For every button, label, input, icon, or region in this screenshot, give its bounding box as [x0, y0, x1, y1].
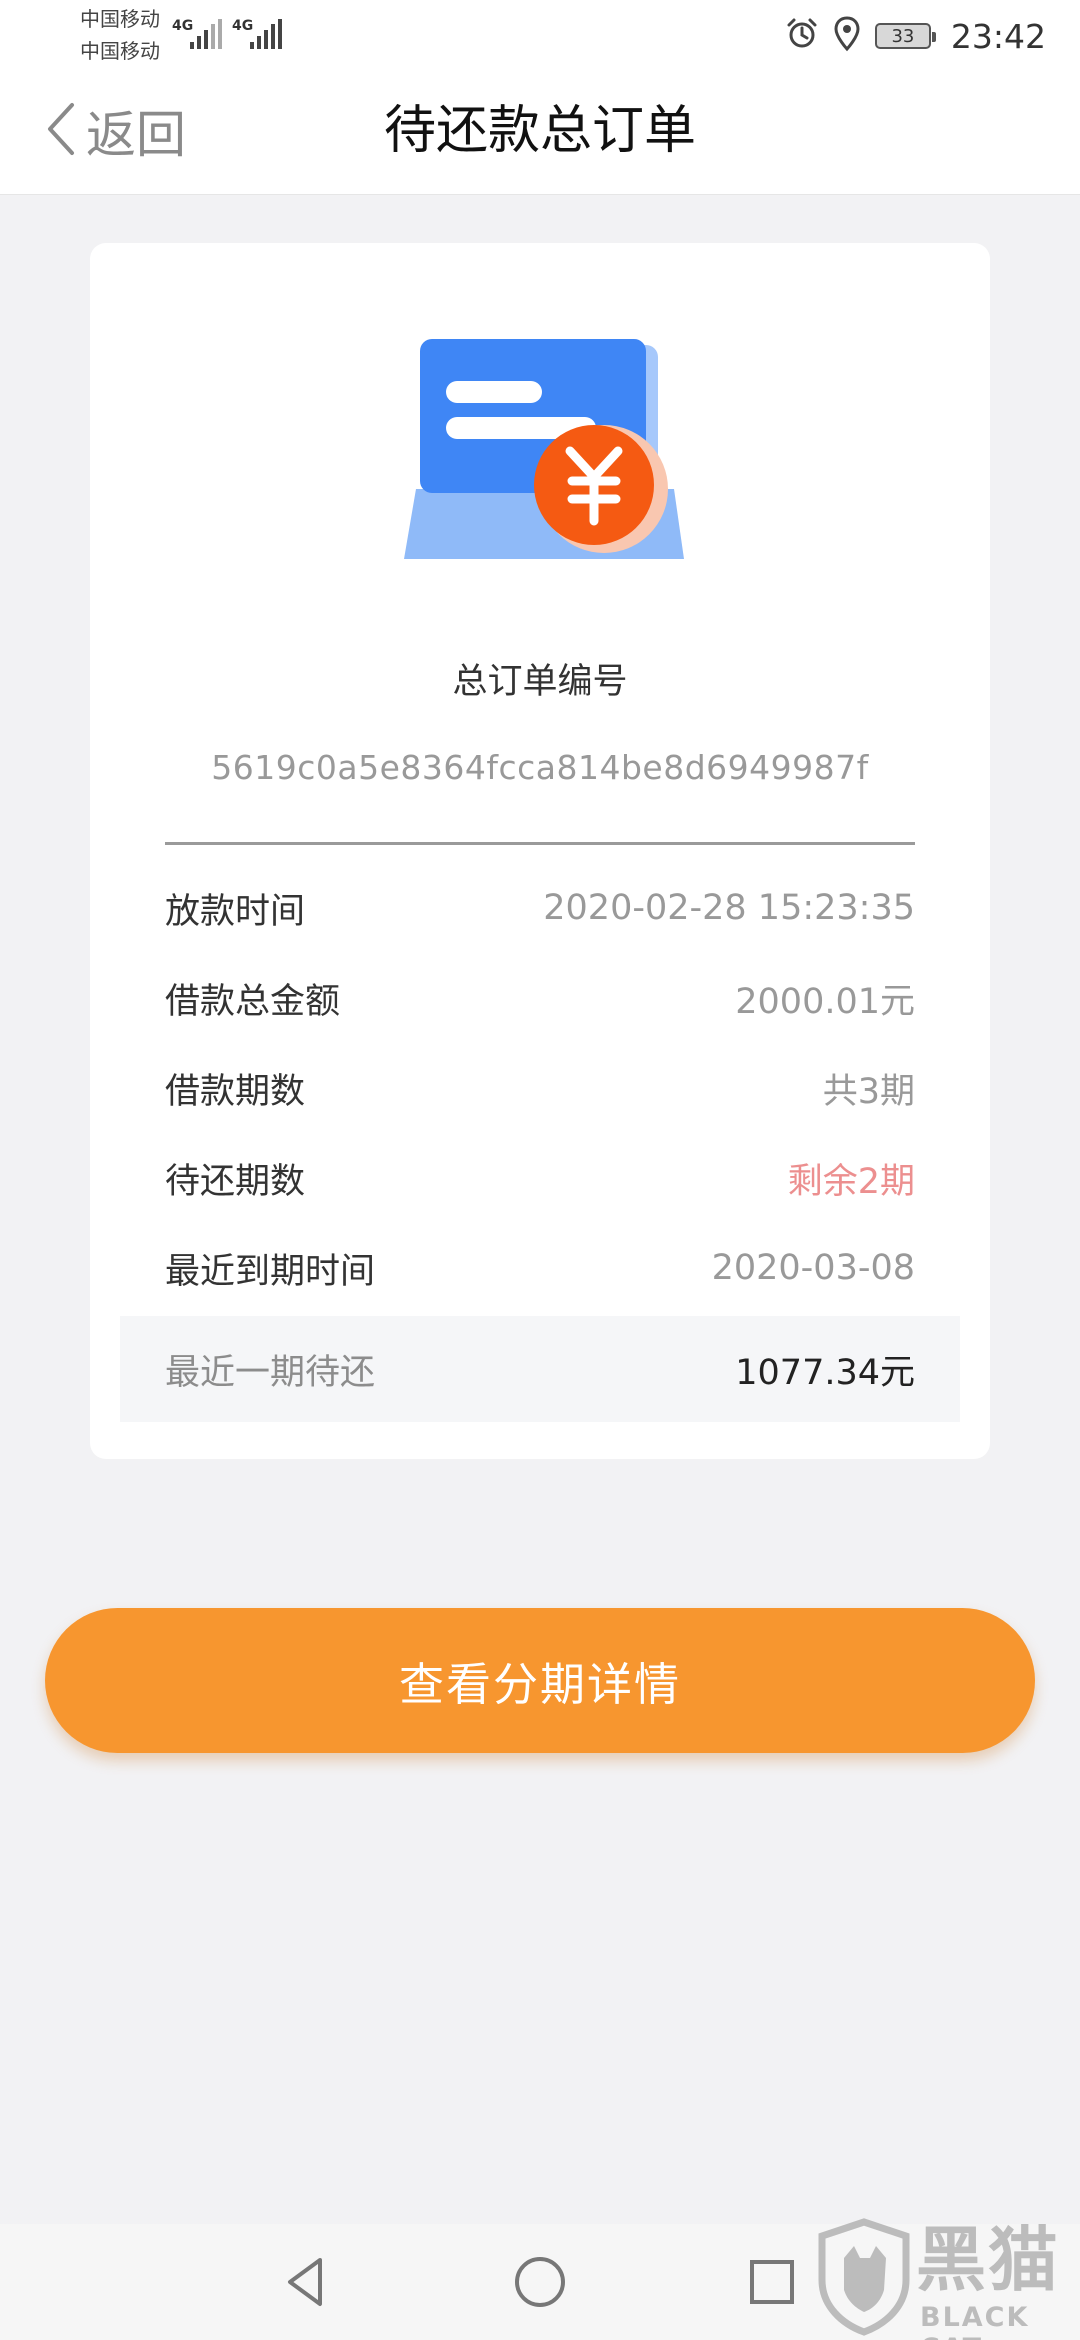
- row-label: 借款总金额: [165, 981, 341, 1022]
- order-number-label: 总订单编号: [452, 662, 628, 702]
- row-label: 借款期数: [165, 1071, 306, 1112]
- view-installments-button[interactable]: 查看分期详情: [45, 1608, 1035, 1753]
- triangle-back-icon[interactable]: [276, 2250, 340, 2314]
- nav-bar: 返回 待还款总订单: [0, 70, 1080, 195]
- status-time: 23:42: [950, 16, 1046, 56]
- watermark-en: BLACK CAT: [920, 2302, 1030, 2340]
- row-label: 最近到期时间: [165, 1251, 376, 1292]
- detail-row-total-amount: 借款总金额 2000.01元: [165, 953, 915, 1043]
- row-value: 2000.01元: [735, 981, 915, 1022]
- status-icons: 33 23:42: [785, 14, 1046, 58]
- page: 中国移动 中国移动 4G 4G 33 23:42 返回 待还款总订单 总订单编号…: [0, 0, 1080, 2340]
- order-number-value: 5619c0a5e8364fcca814be8d6949987f: [211, 748, 869, 787]
- watermark: 黑猫 BLACK CAT: [806, 2218, 1076, 2340]
- status-bar: 中国移动 中国移动 4G 4G 33 23:42: [0, 0, 1080, 70]
- yen-invoice-icon: [396, 339, 696, 571]
- view-installments-label: 查看分期详情: [398, 1658, 681, 1711]
- cat-shield-logo-icon: [814, 2218, 914, 2336]
- page-title: 待还款总订单: [383, 101, 696, 161]
- order-card: 总订单编号 5619c0a5e8364fcca814be8d6949987f 放…: [90, 243, 990, 1459]
- detail-row-remaining-terms: 待还期数 剩余2期: [165, 1133, 915, 1223]
- system-nav-bar: 黑猫 BLACK CAT: [0, 2218, 1080, 2340]
- location-icon: [833, 16, 861, 56]
- circle-home-icon[interactable]: [508, 2250, 572, 2314]
- row-value: 2020-02-28 15:23:35: [543, 888, 915, 928]
- alarm-icon: [785, 17, 819, 55]
- signal-icon: [188, 18, 224, 50]
- square-recents-icon[interactable]: [740, 2250, 804, 2314]
- battery-icon: 33: [874, 23, 936, 49]
- row-value: 共3期: [822, 1071, 915, 1112]
- row-value: 剩余2期: [787, 1161, 915, 1202]
- carrier-label: 中国移动: [80, 39, 160, 63]
- next-payment-summary: 最近一期待还 1077.34元: [120, 1316, 960, 1422]
- signal-icon: [248, 18, 284, 50]
- row-label: 待还期数: [165, 1161, 306, 1202]
- summary-value: 1077.34元: [735, 1352, 915, 1393]
- summary-label: 最近一期待还: [165, 1352, 376, 1393]
- detail-row-disbursement-time: 放款时间 2020-02-28 15:23:35: [165, 863, 915, 953]
- divider: [165, 842, 915, 845]
- row-value: 2020-03-08: [711, 1248, 915, 1288]
- carrier-label: 中国移动: [80, 7, 160, 31]
- row-label: 放款时间: [165, 891, 306, 932]
- detail-row-term-count: 借款期数 共3期: [165, 1043, 915, 1133]
- watermark-cn: 黑猫: [916, 2219, 1060, 2301]
- detail-row-next-due-date: 最近到期时间 2020-03-08: [165, 1223, 915, 1313]
